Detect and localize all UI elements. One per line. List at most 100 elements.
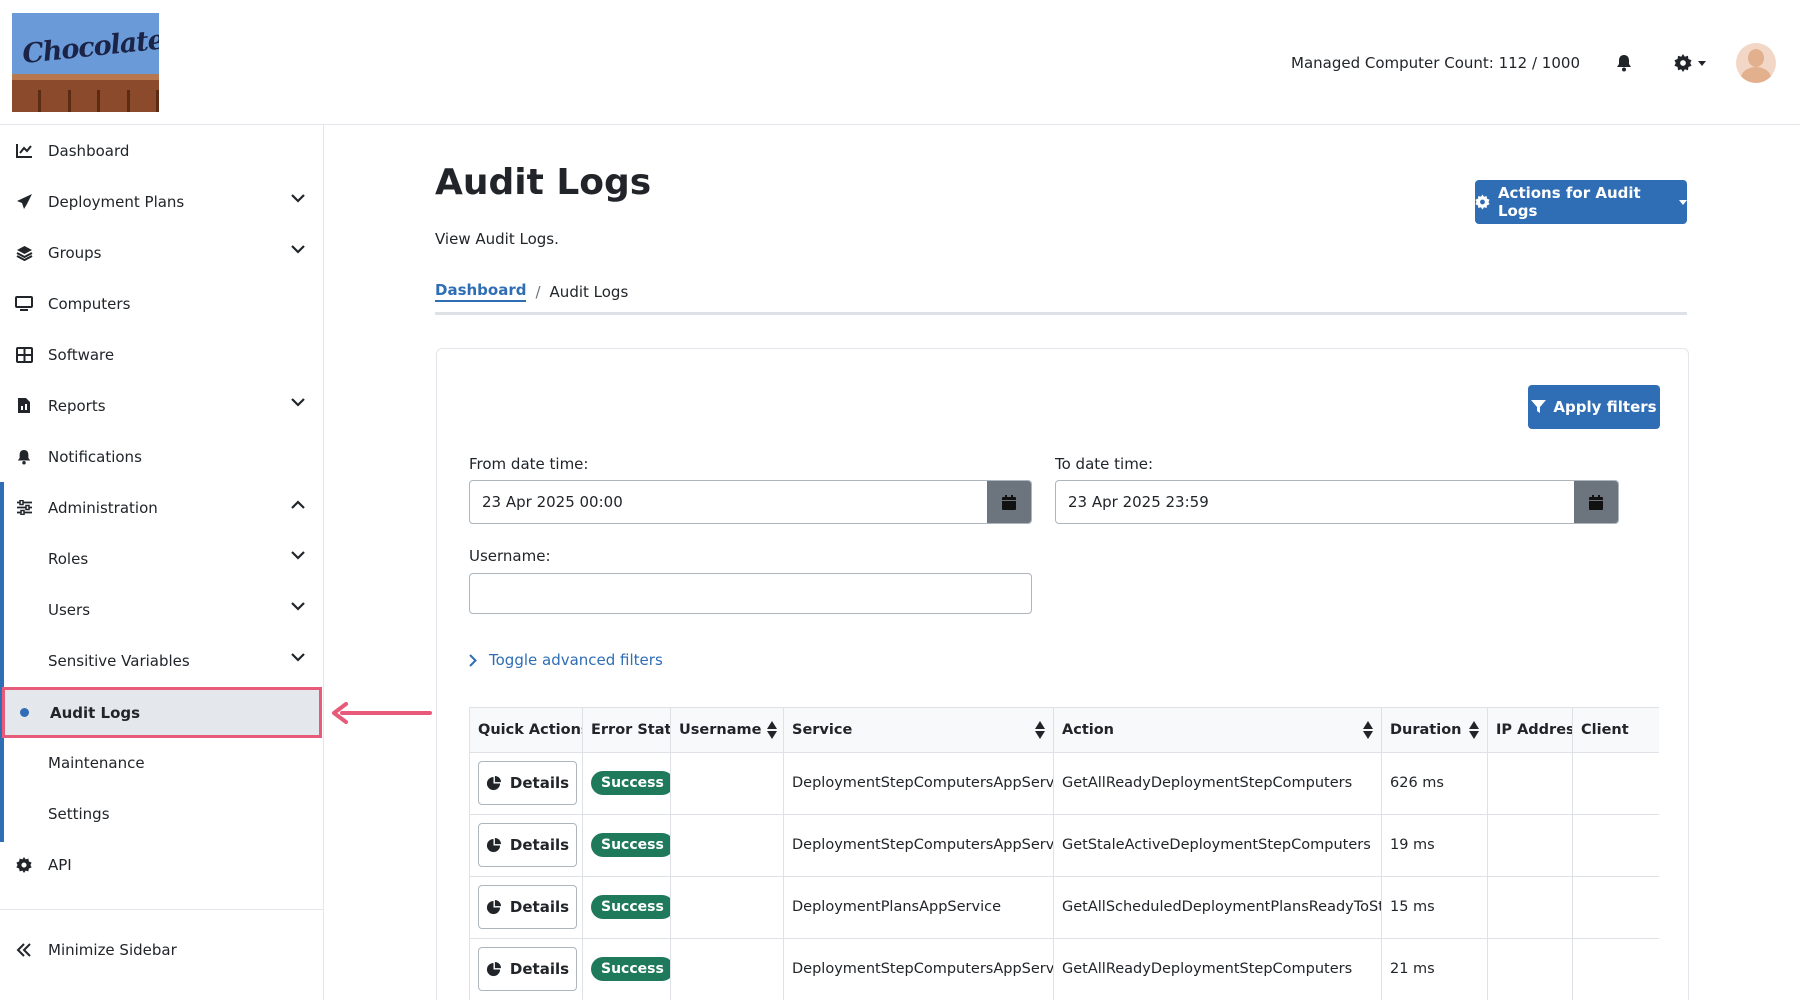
breadcrumb-dashboard-link[interactable]: Dashboard [435,281,527,302]
sidebar-item-label: Users [48,600,91,619]
chevron-down-icon [291,398,305,407]
toggle-advanced-filters[interactable]: Toggle advanced filters [469,651,663,669]
status-badge: Success [591,833,670,857]
to-date-input[interactable]: 23 Apr 2025 23:59 [1055,480,1619,524]
cell-service: DeploymentStepComputersAppService [783,938,1054,1000]
bell-icon [15,448,33,466]
sidebar-item-roles[interactable]: Roles [0,533,323,584]
active-dot-icon [20,708,29,717]
toggle-advanced-label: Toggle advanced filters [489,651,663,669]
column-header-service[interactable]: Service [783,708,1054,753]
column-header-username[interactable]: Username [670,708,784,753]
sidebar-item-label: Deployment Plans [48,192,185,211]
cell-action: GetAllReadyDeploymentStepComputers [1053,938,1382,1000]
sidebar-item-deployment-plans[interactable]: Deployment Plans [0,176,323,227]
sidebar-item-label: Reports [48,396,106,415]
avatar[interactable] [1736,43,1776,83]
breadcrumb-current: Audit Logs [549,282,629,301]
pie-chart-icon [486,899,501,914]
paper-plane-icon [15,193,33,211]
details-button[interactable]: Details [478,823,577,867]
settings-dropdown[interactable] [1674,54,1706,72]
sidebar-item-label: Roles [48,549,89,568]
cell-client [1572,752,1659,815]
cell-username [670,876,784,939]
chevron-down-icon [291,245,305,254]
page-subtitle: View Audit Logs. [435,230,559,248]
chevron-down-icon [1679,199,1687,205]
cell-action: GetAllReadyDeploymentStepComputers [1053,752,1382,815]
sidebar-item-label: Software [48,345,115,364]
arrow-left-icon [332,702,432,724]
minimize-sidebar-button[interactable]: Minimize Sidebar [0,924,323,975]
username-input[interactable] [469,573,1032,614]
sidebar: Dashboard Deployment Plans Groups Comput… [0,125,324,1000]
pie-chart-icon [486,837,501,852]
sidebar-item-api[interactable]: API [0,839,323,890]
actions-dropdown-button[interactable]: Actions for Audit Logs [1475,180,1687,224]
status-badge: Success [591,771,670,795]
sidebar-item-maintenance[interactable]: Maintenance [0,737,323,788]
sidebar-item-software[interactable]: Software [0,329,323,380]
cell-service: DeploymentStepComputersAppService [783,814,1054,877]
sidebar-item-users[interactable]: Users [0,584,323,635]
chocolatey-logo[interactable]: Chocolatey [12,13,159,112]
sidebar-divider [0,909,323,910]
file-report-icon [15,397,33,415]
layers-icon [15,244,33,262]
sidebar-item-administration[interactable]: Administration [0,482,323,533]
chevron-down-icon [291,194,305,203]
sidebar-item-label: Sensitive Variables [48,651,190,670]
audit-log-table-container[interactable]: Quick Actions Error State Username Servi… [469,707,1659,1000]
chevron-down-icon [291,602,305,611]
details-button[interactable]: Details [478,885,577,929]
gear-icon [1674,54,1692,72]
breadcrumb: Dashboard / Audit Logs [435,281,628,302]
desktop-icon [15,295,33,313]
sidebar-item-sensitive-variables[interactable]: Sensitive Variables [0,635,323,686]
sidebar-item-settings[interactable]: Settings [0,788,323,839]
page-title: Audit Logs [435,162,652,203]
column-header-action[interactable]: Action [1053,708,1382,753]
column-header-quick-actions: Quick Actions [469,708,583,753]
bell-icon[interactable] [1616,54,1634,72]
sort-icon [1035,720,1045,739]
sidebar-item-label: Computers [48,294,131,313]
apply-filters-button[interactable]: Apply filters [1528,385,1660,429]
column-header-duration[interactable]: Duration [1381,708,1488,753]
details-button[interactable]: Details [478,761,577,805]
double-chevron-left-icon [15,941,33,959]
chevron-down-icon [291,551,305,560]
audit-log-table: Quick Actions Error State Username Servi… [469,708,1659,1000]
pie-chart-icon [486,961,501,976]
cell-client [1572,814,1659,877]
cell-duration: 21 ms [1381,938,1488,1000]
from-date-input[interactable]: 23 Apr 2025 00:00 [469,480,1032,524]
username-label: Username: [469,547,551,565]
top-bar: Chocolatey Managed Computer Count: 112 /… [0,0,1800,125]
sidebar-item-label: Dashboard [48,141,130,160]
sidebar-item-notifications[interactable]: Notifications [0,431,323,482]
cell-client [1572,876,1659,939]
cell-action: GetStaleActiveDeploymentStepComputers [1053,814,1382,877]
pie-chart-icon [486,775,501,790]
table-row: Details Success DeploymentStepComputersA… [469,814,1659,877]
minimize-sidebar-label: Minimize Sidebar [48,940,177,959]
chart-line-icon [15,142,33,160]
from-date-value: 23 Apr 2025 00:00 [482,493,623,511]
sidebar-item-computers[interactable]: Computers [0,278,323,329]
status-badge: Success [591,957,670,981]
sidebar-item-dashboard[interactable]: Dashboard [0,125,323,176]
calendar-icon[interactable] [1574,481,1618,523]
details-button[interactable]: Details [478,947,577,991]
cell-service: DeploymentStepComputersAppService [783,752,1054,815]
status-badge: Success [591,895,670,919]
sidebar-item-reports[interactable]: Reports [0,380,323,431]
sidebar-item-audit-logs[interactable]: Audit Logs [2,687,322,738]
gear-icon [1475,194,1490,210]
cell-service: DeploymentPlansAppService [783,876,1054,939]
sidebar-item-groups[interactable]: Groups [0,227,323,278]
to-date-label: To date time: [1055,455,1154,473]
cell-action: GetAllScheduledDeploymentPlansReadyToSta… [1053,876,1382,939]
calendar-icon[interactable] [987,481,1031,523]
